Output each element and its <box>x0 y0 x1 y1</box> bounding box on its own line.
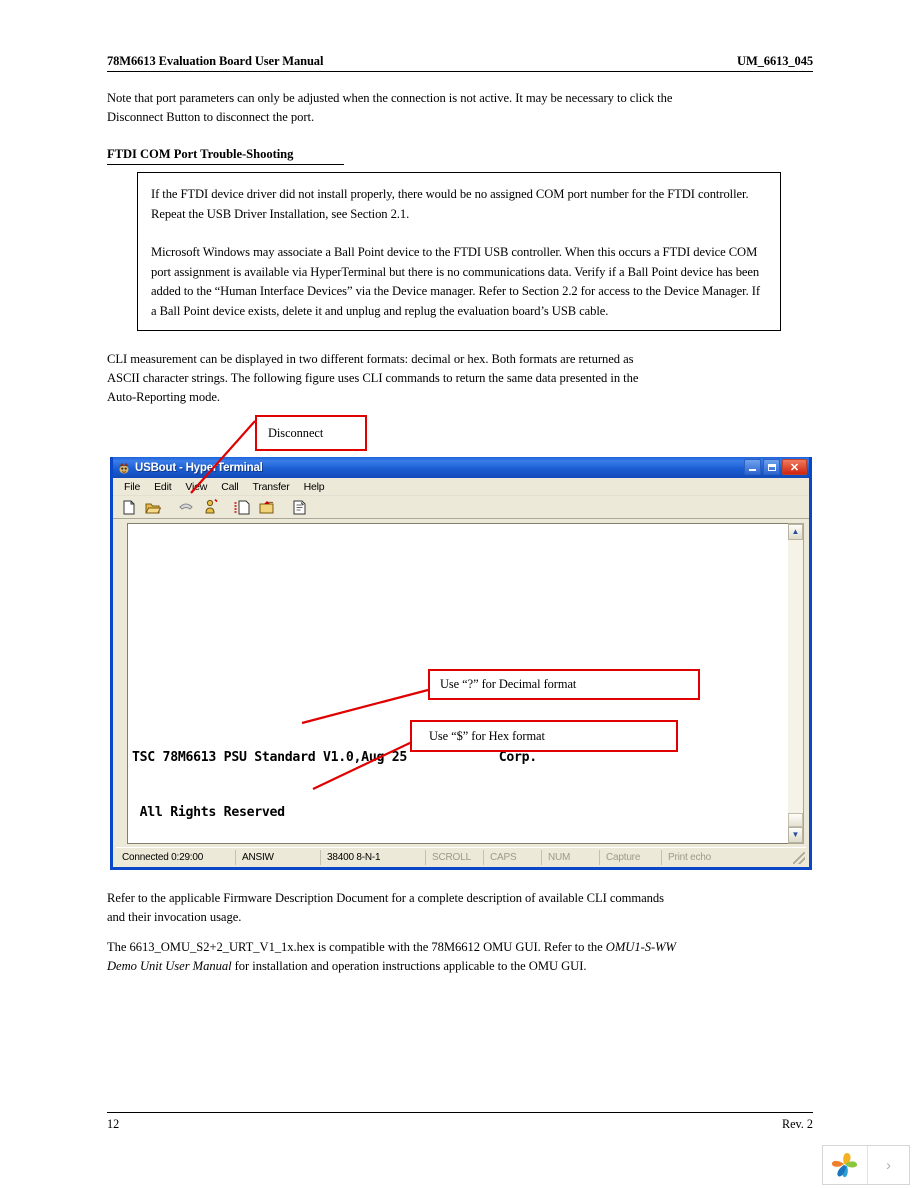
hyperterminal-window[interactable]: USBout - HyperTerminal ✕ File Edit View … <box>110 457 812 870</box>
section-heading-underline <box>107 164 344 165</box>
close-button[interactable]: ✕ <box>782 459 807 475</box>
header-title-left: 78M6613 Evaluation Board User Manual <box>107 54 324 68</box>
callout-hex-label: Use “$” for Hex format <box>429 728 545 743</box>
call-icon[interactable] <box>199 498 220 517</box>
scrollbar-thumb[interactable] <box>788 813 803 827</box>
section-heading: FTDI COM Port Trouble-Shooting <box>107 147 294 161</box>
status-connected: Connected 0:29:00 <box>116 850 236 865</box>
page-number: 12 <box>107 1117 120 1131</box>
maximize-button[interactable] <box>763 459 780 475</box>
send-file-icon[interactable] <box>232 498 253 517</box>
window-titlebar[interactable]: USBout - HyperTerminal ✕ <box>113 457 809 478</box>
status-bar: Connected 0:29:00 ANSIW 38400 8-N-1 SCRO… <box>116 847 806 867</box>
intro-paragraph: Note that port parameters can only be ad… <box>107 89 682 127</box>
hyperterminal-app-icon <box>117 461 131 475</box>
leaf-logo-icon <box>823 1146 868 1184</box>
callout-hex-format: Use “$” for Hex format <box>410 720 678 752</box>
scroll-up-button[interactable]: ▲ <box>788 524 803 540</box>
note-paragraph-2: Microsoft Windows may associate a Ball P… <box>151 245 760 318</box>
menu-item-help[interactable]: Help <box>297 481 332 493</box>
toolbar[interactable] <box>113 496 809 519</box>
corner-widget[interactable]: › <box>822 1145 910 1185</box>
maximize-icon <box>767 463 776 471</box>
next-page-button[interactable]: › <box>868 1146 909 1184</box>
status-emulation: ANSIW <box>236 850 321 865</box>
page-header: 78M6613 Evaluation Board User Manual UM_… <box>107 54 813 69</box>
menu-item-view[interactable]: View <box>178 481 214 493</box>
scrollbar-track[interactable] <box>788 540 803 813</box>
intro-paragraph-text: Note that port parameters can only be ad… <box>107 91 673 124</box>
terminal-vertical-scrollbar[interactable]: ▲ ▼ <box>788 523 804 844</box>
note-spacer <box>151 224 768 243</box>
note-paragraph-1: If the FTDI device driver did not instal… <box>151 187 749 221</box>
closing-paragraph-1-text: Refer to the applicable Firmware Descrip… <box>107 891 665 924</box>
callout-disconnect-label: Disconnect <box>268 425 324 440</box>
closing-paragraph-2: The 6613_OMU_S2+2_URT_V1_1x.hex is compa… <box>107 938 677 976</box>
callout-decimal-format: Use “?” for Decimal format <box>428 669 700 700</box>
window-caption-buttons[interactable]: ✕ <box>744 459 807 475</box>
properties-icon[interactable] <box>289 498 310 517</box>
header-divider <box>107 71 813 72</box>
closing-p2-part-a: The 6613_OMU_S2+2_URT_V1_1x.hex is compa… <box>107 940 606 954</box>
disconnect-icon[interactable] <box>175 498 196 517</box>
callout-disconnect: Disconnect <box>255 415 367 451</box>
header-doc-id: UM_6613_045 <box>737 54 813 68</box>
status-print-echo: Print echo <box>668 852 712 863</box>
open-connection-icon[interactable] <box>142 498 163 517</box>
status-caps: CAPS <box>484 850 542 865</box>
closing-paragraph-2-text: The 6613_OMU_S2+2_URT_V1_1x.hex is compa… <box>107 938 677 976</box>
footer-divider <box>107 1112 813 1113</box>
status-capture: Capture <box>600 850 662 865</box>
troubleshooting-note-box: If the FTDI device driver did not instal… <box>137 172 781 331</box>
cli-paragraph-text: CLI measurement can be displayed in two … <box>107 352 639 404</box>
closing-paragraph-1: Refer to the applicable Firmware Descrip… <box>107 889 667 927</box>
menu-item-transfer[interactable]: Transfer <box>246 481 297 493</box>
scroll-down-button[interactable]: ▼ <box>788 827 803 843</box>
status-scroll: SCROLL <box>426 850 484 865</box>
resize-grip[interactable] <box>793 851 805 864</box>
menu-item-edit[interactable]: Edit <box>147 481 178 493</box>
new-connection-icon[interactable] <box>118 498 139 517</box>
menu-bar[interactable]: File Edit View Call Transfer Help <box>113 478 809 496</box>
receive-file-icon[interactable] <box>256 498 277 517</box>
menu-item-call[interactable]: Call <box>214 481 245 493</box>
status-num: NUM <box>542 850 600 865</box>
closing-p2-part-b: for installation and operation instructi… <box>231 959 587 973</box>
window-title: USBout - HyperTerminal <box>135 461 263 474</box>
minimize-button[interactable] <box>744 459 761 475</box>
status-line-settings: 38400 8-N-1 <box>321 850 426 865</box>
callout-decimal-label: Use “?” for Decimal format <box>440 677 577 691</box>
terminal-line: All Rights Reserved <box>132 805 285 821</box>
revision-label: Rev. 2 <box>781 1117 813 1131</box>
minimize-icon <box>749 468 756 471</box>
page-footer: 12 Rev. 2 <box>107 1117 813 1132</box>
menu-item-file[interactable]: File <box>117 481 147 493</box>
cli-paragraph: CLI measurement can be displayed in two … <box>107 350 667 407</box>
